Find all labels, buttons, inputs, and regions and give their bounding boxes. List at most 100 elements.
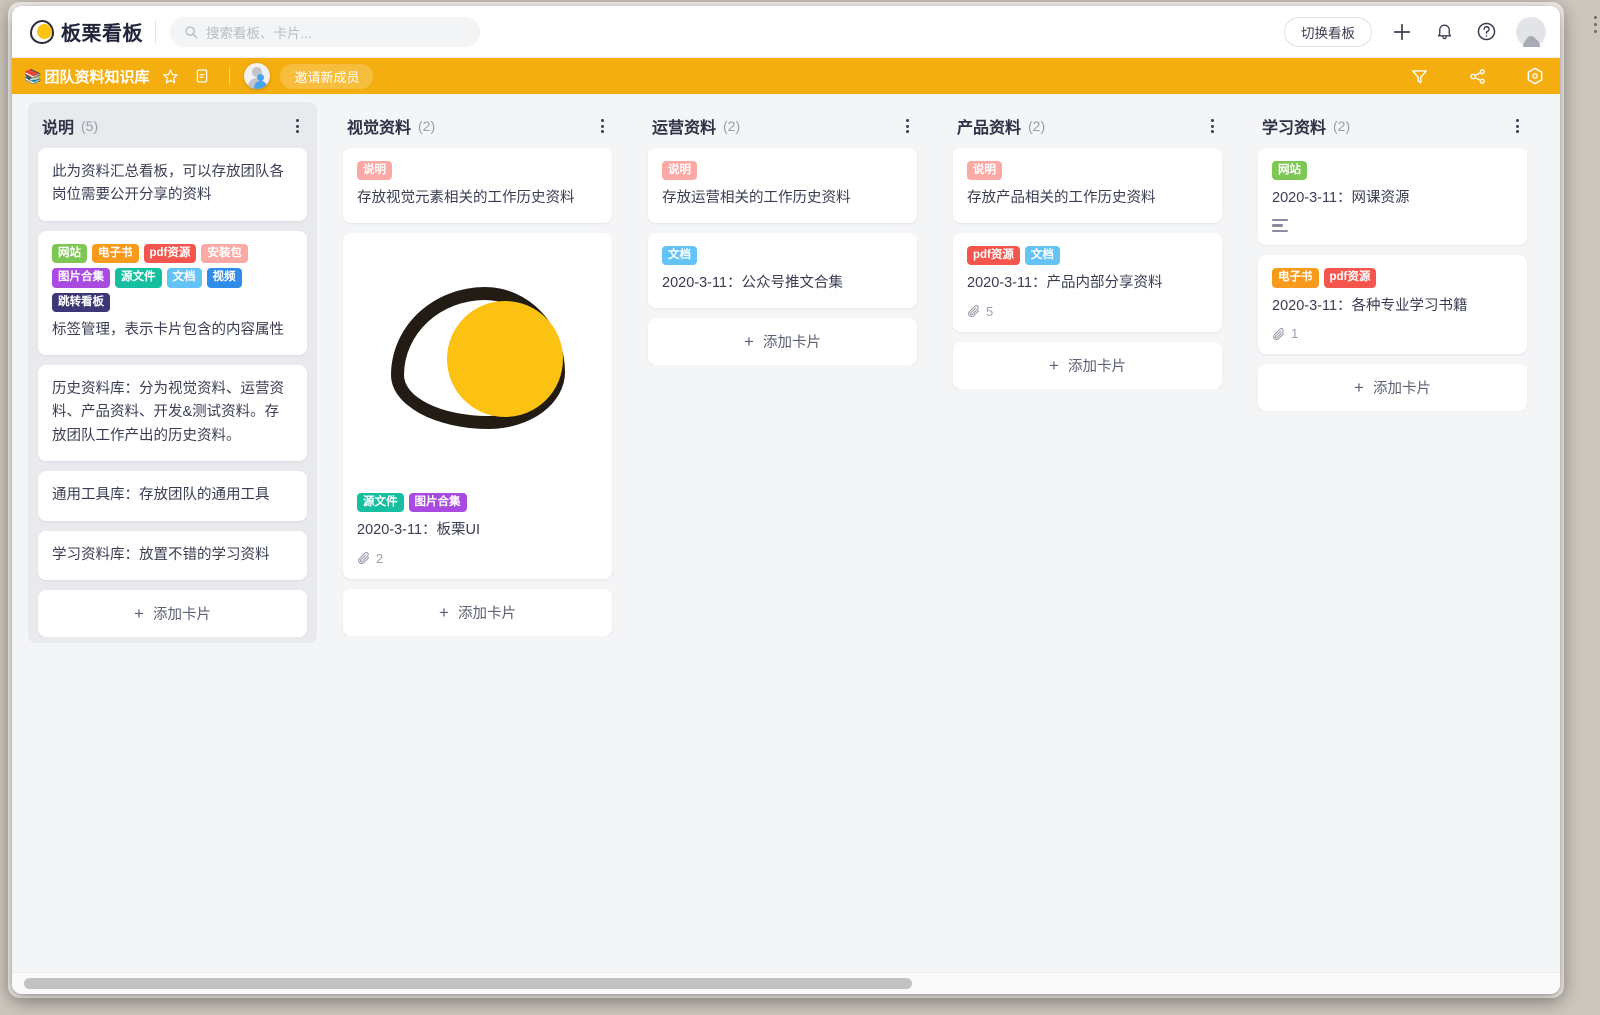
- board-title: 团队资料知识库: [44, 68, 150, 86]
- board-column: 说明 (5) 此为资料汇总看板，可以存放团队各岗位需要公开分享的资料网站 电子书 pdf…: [20, 102, 325, 643]
- search-input[interactable]: 搜索看板、卡片...: [170, 16, 480, 47]
- card-text: 标签管理，表示卡片包含的内容属性: [52, 322, 284, 339]
- add-card-label: 添加卡片: [1372, 381, 1431, 398]
- share-icon: [1469, 68, 1485, 84]
- board-card[interactable]: 电子书 pdf资源 2020-3-11：各种专业学习书籍 1: [1258, 255, 1527, 355]
- brand-logo-group[interactable]: 板栗看板: [30, 17, 143, 46]
- board-card[interactable]: pdf资源 文档 2020-3-11：产品内部分享资料 5: [953, 232, 1222, 332]
- search-placeholder-text: 搜索看板、卡片...: [206, 25, 312, 41]
- card-tag[interactable]: 安装包: [201, 243, 248, 264]
- add-card-button[interactable]: + 添加卡片: [343, 588, 612, 636]
- column-card-count: (2): [723, 118, 741, 134]
- favorite-star-button[interactable]: [159, 65, 181, 87]
- card-tag[interactable]: 源文件: [357, 492, 404, 513]
- card-tag[interactable]: 图片合集: [52, 268, 110, 288]
- column-menu-button[interactable]: [1512, 115, 1523, 137]
- boardbar-actions: [1398, 65, 1546, 87]
- add-plus-button[interactable]: [1390, 20, 1414, 44]
- card-text: 存放视觉元素相关的工作历史资料: [357, 190, 575, 207]
- board-card[interactable]: 网站 2020-3-11：网课资源: [1258, 148, 1527, 246]
- column-menu-button[interactable]: [902, 115, 913, 137]
- card-tag[interactable]: 文档: [662, 245, 697, 266]
- card-tag[interactable]: pdf资源: [967, 245, 1020, 266]
- add-card-button[interactable]: + 添加卡片: [38, 589, 307, 637]
- card-text: 存放产品相关的工作历史资料: [967, 190, 1156, 207]
- card-tag[interactable]: pdf资源: [1323, 268, 1377, 288]
- card-tag[interactable]: 电子书: [92, 243, 139, 264]
- board-card[interactable]: 说明存放视觉元素相关的工作历史资料: [343, 148, 612, 223]
- plus-icon: +: [134, 603, 144, 623]
- card-tags: 说明: [662, 161, 903, 181]
- column-card-count: (2): [1333, 118, 1351, 134]
- description-lines-icon: [1272, 218, 1288, 233]
- card-tag[interactable]: 说明: [357, 161, 392, 181]
- card-text: 2020-3-11：板栗UI: [357, 522, 481, 539]
- column-menu-button[interactable]: [597, 115, 608, 137]
- add-card-button[interactable]: + 添加卡片: [648, 317, 917, 365]
- card-tag[interactable]: 视频: [206, 268, 242, 288]
- board-card[interactable]: 学习资料库：放置不错的学习资料: [38, 530, 307, 580]
- settings-button[interactable]: [1524, 65, 1546, 87]
- card-description-indicator: [1272, 218, 1513, 233]
- board-member-avatar[interactable]: [244, 63, 271, 89]
- card-tag[interactable]: 文档: [166, 268, 202, 288]
- card-tag[interactable]: pdf资源: [143, 243, 197, 264]
- column-menu-button[interactable]: [1207, 115, 1218, 137]
- board-canvas: 说明 (5) 此为资料汇总看板，可以存放团队各岗位需要公开分享的资料 网站 电子书 pdf…: [12, 94, 1560, 994]
- add-card-button[interactable]: + 添加卡片: [953, 341, 1222, 389]
- scrollbar-thumb[interactable]: [24, 978, 912, 989]
- column-inner: 产品资料 (2) 说明 存放产品相关的工作历史资料 pdf资源 文档 2020-3-11：产…: [943, 102, 1232, 395]
- column-menu-button[interactable]: [292, 115, 303, 137]
- horizontal-scrollbar[interactable]: [12, 972, 1560, 994]
- card-tag[interactable]: 说明: [662, 161, 697, 181]
- board-card[interactable]: 说明存放产品相关的工作历史资料: [953, 148, 1222, 223]
- card-tag[interactable]: 电子书: [1272, 268, 1319, 288]
- card-tag[interactable]: 跳转看板: [52, 292, 110, 313]
- filter-button[interactable]: [1408, 65, 1430, 87]
- settings-icon: [1527, 67, 1543, 85]
- card-tags: 网站 电子书 pdf资源 安装包图片合集 源文件 文档 视频跳转看板: [52, 243, 293, 313]
- column-cards: 说明 存放运营相关的工作历史资料文档 2020-3-11：公众号推文合集 + 添加卡片: [638, 148, 927, 365]
- card-tag[interactable]: 说明: [967, 161, 1002, 181]
- board-card[interactable]: 此为资料汇总看板，可以存放团队各岗位需要公开分享的资料: [38, 148, 307, 221]
- board-note-button[interactable]: [191, 65, 213, 87]
- column-title: 运营资料: [652, 120, 717, 137]
- card-tag[interactable]: 源文件: [115, 268, 162, 288]
- board-card[interactable]: 文档 2020-3-11：公众号推文合集: [648, 232, 917, 308]
- column-inner: 运营资料 (2) 说明 存放运营相关的工作历史资料文档 2020-3-11：公众号推文合…: [638, 102, 927, 371]
- add-card-button[interactable]: + 添加卡片: [1258, 364, 1527, 412]
- column-inner: 视觉资料 (2) 说明 存放视觉元素相关的工作历史资料 源文件 图片合集 2020-3-11…: [333, 102, 622, 642]
- board-card[interactable]: 源文件 图片合集 2020-3-11：板栗UI 2: [343, 232, 612, 579]
- invite-member-button[interactable]: 邀请新成员: [280, 63, 374, 89]
- board-column: 通: [1545, 102, 1560, 354]
- board-card[interactable]: 通用工具库：存放团队的通用工具: [38, 471, 307, 521]
- card-tag[interactable]: 文档: [1024, 245, 1060, 266]
- switch-board-button[interactable]: 切换看板: [1284, 16, 1372, 47]
- board-title-group[interactable]: 📚 团队资料知识库: [24, 66, 149, 87]
- user-avatar[interactable]: [1516, 16, 1546, 47]
- search-icon: [185, 25, 198, 39]
- column-header: 说明 (5): [28, 102, 317, 148]
- card-text: 2020-3-11：公众号推文合集: [662, 275, 844, 292]
- brand-name: 板栗看板: [61, 23, 143, 45]
- board-card[interactable]: 网站 电子书 pdf资源 安装包图片合集 源文件 文档 视频跳转看板标签管理，表示卡片包含的…: [38, 230, 307, 355]
- note-icon: [197, 69, 208, 83]
- window-edge-dots: [1594, 16, 1597, 33]
- column-card-count: (2): [1028, 118, 1046, 134]
- card-tag[interactable]: 图片合集: [408, 492, 467, 513]
- card-tags: pdf资源 文档: [967, 245, 1208, 266]
- card-text: 此为资料汇总看板，可以存放团队各岗位需要公开分享的资料: [52, 164, 284, 204]
- notifications-button[interactable]: [1432, 20, 1456, 44]
- add-card-label: 添加卡片: [1067, 358, 1126, 375]
- card-tags: 说明: [967, 161, 1208, 181]
- board-card[interactable]: 说明 存放运营相关的工作历史资料: [648, 148, 917, 223]
- card-tag[interactable]: 网站: [52, 243, 87, 264]
- board-card[interactable]: 历史资料库：分为视觉资料、运营资料、产品资料、开发&测试资料。存放团队工作产出的…: [38, 364, 307, 462]
- card-tag[interactable]: 网站: [1272, 161, 1307, 181]
- help-button[interactable]: [1474, 20, 1498, 44]
- avatar-image: [1516, 16, 1546, 47]
- column-inner: 学习资料 (2) 网站 2020-3-11：网课资源 电子书 pdf资源 2020-3-11…: [1248, 102, 1537, 417]
- column-title: 说明: [42, 120, 75, 137]
- share-button[interactable]: [1466, 65, 1488, 87]
- plus-icon: +: [1049, 355, 1059, 375]
